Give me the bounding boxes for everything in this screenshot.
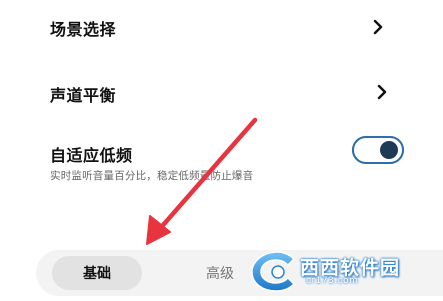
chevron-right-icon <box>377 84 387 100</box>
tab-basic-label: 基础 <box>83 266 111 282</box>
adaptive-bass-description: 实时监听音量百分比，稳定低频量防止爆音 <box>50 170 254 182</box>
channel-balance-label: 声道平衡 <box>50 86 117 105</box>
tab-advanced-label: 高级 <box>206 266 234 282</box>
toggle-knob <box>380 141 398 159</box>
chevron-right-icon <box>373 19 383 35</box>
tab-basic[interactable]: 基础 <box>52 256 142 290</box>
adaptive-bass-toggle[interactable] <box>352 136 404 164</box>
scene-select-label: 场景选择 <box>50 20 117 39</box>
adaptive-bass-label: 自适应低频 <box>50 146 133 165</box>
setting-row-scene-select[interactable]: 场景选择 <box>0 0 443 60</box>
setting-row-channel-balance[interactable]: 声道平衡 <box>0 60 443 120</box>
watermark-url: cr173.com <box>306 276 359 286</box>
tab-advanced[interactable]: 高级 <box>206 263 234 283</box>
